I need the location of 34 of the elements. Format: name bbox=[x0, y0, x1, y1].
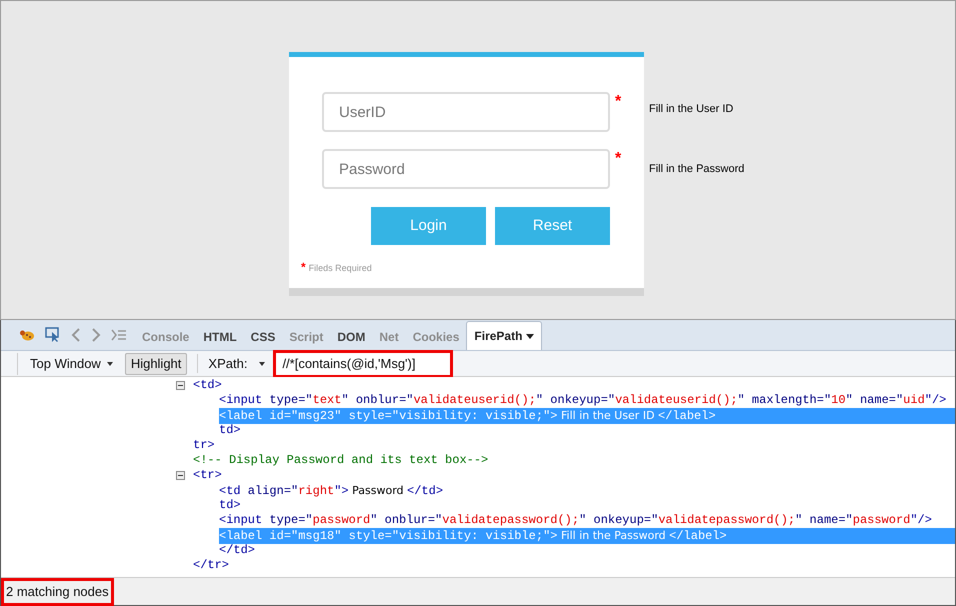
panel-tab[interactable]: CSS bbox=[244, 323, 282, 350]
code-line[interactable]: </td> bbox=[219, 543, 256, 558]
code-line[interactable]: td> bbox=[219, 498, 241, 513]
inspect-pointer-icon[interactable] bbox=[45, 327, 61, 343]
code-line[interactable]: <input type="password" onblur="validatepassword();" onkeyup="validatepassword();" name="password"/> bbox=[219, 513, 932, 528]
code-line[interactable]: tr> bbox=[193, 438, 215, 453]
code-line[interactable]: <tr> bbox=[193, 468, 222, 483]
footnote-text: Fileds Required bbox=[308, 262, 372, 274]
collapse-toggle-icon[interactable] bbox=[176, 471, 185, 480]
code-line[interactable]: <td> bbox=[193, 378, 222, 393]
required-asterisk: * bbox=[615, 94, 622, 110]
panel-tab[interactable]: FirePath bbox=[466, 321, 542, 350]
bug-icon[interactable] bbox=[19, 329, 35, 341]
highlight-button[interactable]: Highlight bbox=[124, 352, 188, 374]
text-input-field[interactable]: Password bbox=[322, 149, 610, 189]
caret-icon bbox=[106, 362, 113, 366]
panel-tab[interactable]: HTML bbox=[196, 323, 244, 350]
code-line[interactable]: <input type="text" onblur="validateuserid();" onkeyup="validateuserid();" maxlength="10" name="uid"/> bbox=[219, 393, 946, 408]
validation-message: Fill in the Password bbox=[649, 163, 744, 176]
caret-icon[interactable] bbox=[259, 362, 266, 366]
required-asterisk: * bbox=[301, 262, 306, 272]
collapse-toggle-icon[interactable] bbox=[176, 381, 185, 390]
text-input-field[interactable]: UserID bbox=[322, 92, 610, 132]
xpath-label: XPath: bbox=[197, 354, 248, 374]
code-line[interactable]: <!-- Display Password and its text box--> bbox=[193, 453, 488, 468]
xpath-input-field[interactable]: //*[contains(@id,'Msg')] bbox=[273, 350, 454, 378]
panel-tab[interactable]: DOM bbox=[330, 323, 372, 350]
code-line[interactable]: </tr> bbox=[193, 558, 230, 573]
status-text: 2 matching nodes bbox=[1, 578, 114, 606]
code-line[interactable]: td> bbox=[219, 423, 241, 438]
validation-message: Fill in the User ID bbox=[649, 103, 734, 116]
required-asterisk: * bbox=[615, 151, 622, 167]
code-line[interactable]: <td align="right"> Password </td> bbox=[219, 482, 444, 498]
dropdown-caret-icon bbox=[526, 334, 534, 338]
